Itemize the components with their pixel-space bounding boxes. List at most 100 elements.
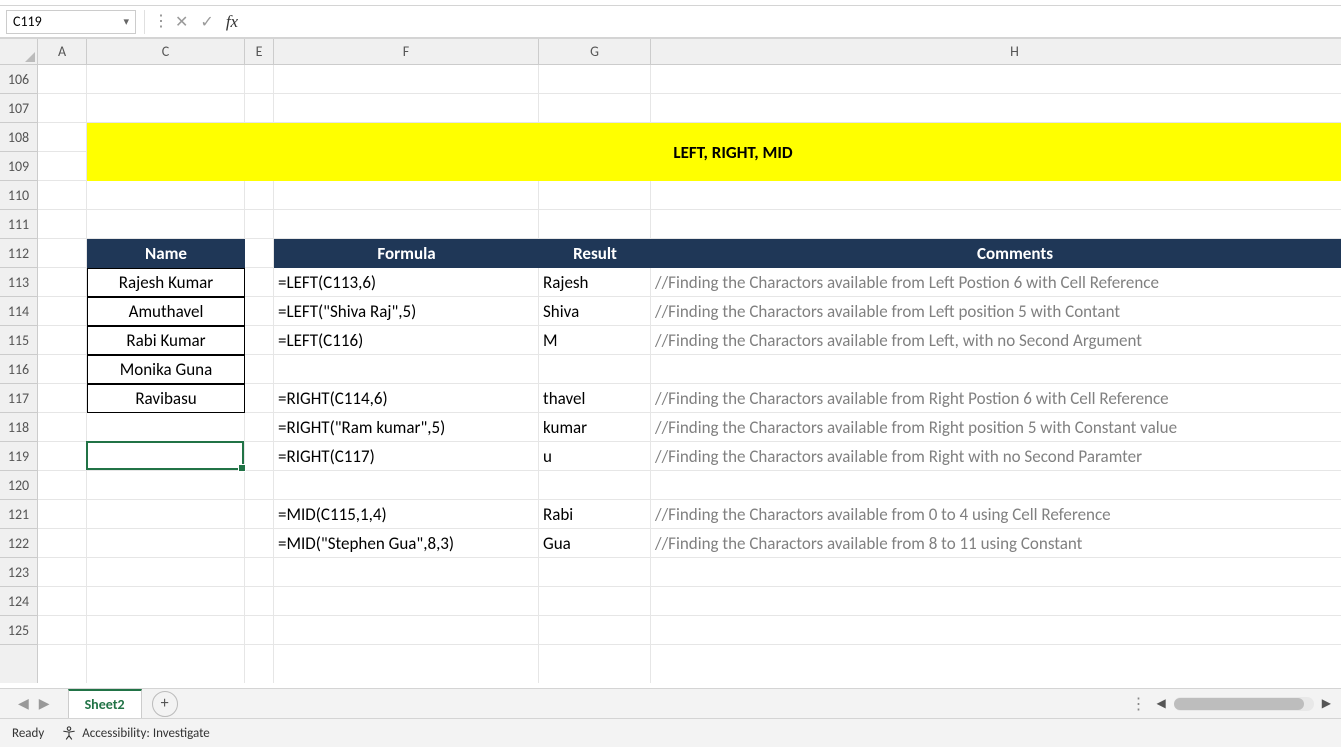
sheet-prev-icon[interactable]: ◀ [18, 695, 29, 712]
plus-icon: + [161, 694, 169, 713]
row-header-118[interactable]: 118 [0, 413, 37, 442]
row-headers[interactable]: 1061071081091101111121131141151161171181… [0, 65, 38, 683]
enter-icon[interactable]: ✓ [200, 12, 213, 32]
formula-cell-113[interactable]: =LEFT(C113,6) [274, 268, 539, 297]
formula-cell-117[interactable]: =RIGHT(C114,6) [274, 384, 539, 413]
sheet-next-icon[interactable]: ▶ [39, 695, 50, 712]
result-cell-122[interactable]: Gua [539, 529, 651, 558]
formula-cell-118[interactable]: =RIGHT("Ram kumar",5) [274, 413, 539, 442]
row-header-123[interactable]: 123 [0, 558, 37, 587]
column-header-C[interactable]: C [87, 39, 245, 64]
formula-cell-114[interactable]: =LEFT("Shiva Raj",5) [274, 297, 539, 326]
header-result[interactable]: Result [539, 239, 651, 268]
row-header-122[interactable]: 122 [0, 529, 37, 558]
cancel-icon[interactable]: ✕ [175, 12, 188, 32]
scroll-handle-icon[interactable]: ⋮ [1131, 694, 1149, 714]
status-bar: Ready Accessibility: Investigate [0, 718, 1341, 747]
row-header-108[interactable]: 108 [0, 123, 37, 152]
result-cell-117[interactable]: thavel [539, 384, 651, 413]
comment-cell-113[interactable]: //Finding the Charactors available from … [651, 268, 1341, 297]
header-comments[interactable]: Comments [651, 239, 1341, 268]
sheet-tab-active[interactable]: Sheet2 [68, 689, 142, 719]
result-cell-113[interactable]: Rajesh [539, 268, 651, 297]
formula-cell-121[interactable]: =MID(C115,1,4) [274, 500, 539, 529]
row-header-120[interactable]: 120 [0, 471, 37, 500]
add-sheet-button[interactable]: + [152, 691, 178, 717]
comment-cell-118[interactable]: //Finding the Charactors available from … [651, 413, 1341, 442]
column-header-F[interactable]: F [274, 39, 539, 64]
name-cell-115[interactable]: Rabi Kumar [87, 326, 245, 355]
row-header-116[interactable]: 116 [0, 355, 37, 384]
column-header-A[interactable]: A [38, 39, 87, 64]
comment-cell-121[interactable]: //Finding the Charactors available from … [651, 500, 1341, 529]
name-cell-117[interactable]: Ravibasu [87, 384, 245, 413]
result-cell-119[interactable]: u [539, 442, 651, 471]
result-cell-118[interactable]: kumar [539, 413, 651, 442]
comment-cell-117[interactable]: //Finding the Charactors available from … [651, 384, 1341, 413]
formula-bar: C119 ▾ ⋮ ✕ ✓ fx [0, 6, 1341, 38]
row-header-106[interactable]: 106 [0, 65, 37, 94]
row-header-119[interactable]: 119 [0, 442, 37, 471]
column-headers[interactable]: ACEFGH [38, 39, 1341, 65]
result-cell-115[interactable]: M [539, 326, 651, 355]
comment-cell-115[interactable]: //Finding the Charactors available from … [651, 326, 1341, 355]
name-cell-113[interactable]: Rajesh Kumar [87, 268, 245, 297]
row-header-114[interactable]: 114 [0, 297, 37, 326]
column-header-H[interactable]: H [651, 39, 1341, 64]
row-header-117[interactable]: 117 [0, 384, 37, 413]
scroll-right-icon[interactable]: ▶ [1322, 696, 1331, 711]
row-header-107[interactable]: 107 [0, 94, 37, 123]
chevron-down-icon: ▾ [123, 15, 129, 28]
name-box-value: C119 [13, 13, 42, 30]
row-header-115[interactable]: 115 [0, 326, 37, 355]
scroll-left-icon[interactable]: ◀ [1157, 696, 1166, 711]
gridline [38, 558, 1341, 587]
spreadsheet-grid[interactable]: ACEFGH 106107108109110111112113114115116… [0, 38, 1341, 683]
result-cell-121[interactable]: Rabi [539, 500, 651, 529]
gridline [38, 181, 1341, 210]
row-header-109[interactable]: 109 [0, 152, 37, 181]
name-cell-114[interactable]: Amuthavel [87, 297, 245, 326]
formula-cell-122[interactable]: =MID("Stephen Gua",8,3) [274, 529, 539, 558]
column-header-G[interactable]: G [539, 39, 651, 64]
row-header-112[interactable]: 112 [0, 239, 37, 268]
banner-title[interactable]: LEFT, RIGHT, MID [87, 123, 1341, 181]
comment-cell-122[interactable]: //Finding the Charactors available from … [651, 529, 1341, 558]
row-header-110[interactable]: 110 [0, 181, 37, 210]
status-ready: Ready [12, 726, 44, 741]
sheet-nav-arrows: ◀ ▶ [0, 695, 68, 712]
fx-icon[interactable]: fx [226, 12, 238, 32]
divider [144, 10, 145, 34]
result-cell-114[interactable]: Shiva [539, 297, 651, 326]
header-name[interactable]: Name [87, 239, 245, 268]
gridline [38, 94, 1341, 123]
formula-cell-115[interactable]: =LEFT(C116) [274, 326, 539, 355]
formula-cell-119[interactable]: =RIGHT(C117) [274, 442, 539, 471]
hscroll-track[interactable] [1174, 697, 1314, 711]
gridline [38, 587, 1341, 616]
row-header-111[interactable]: 111 [0, 210, 37, 239]
comment-cell-119[interactable]: //Finding the Charactors available from … [651, 442, 1341, 471]
formula-bar-buttons: ✕ ✓ fx [175, 12, 238, 32]
select-all-corner[interactable] [0, 39, 38, 65]
column-header-E[interactable]: E [245, 39, 274, 64]
accessibility-label: Accessibility: Investigate [82, 726, 210, 741]
gridline [38, 210, 1341, 239]
row-header-124[interactable]: 124 [0, 587, 37, 616]
formula-input[interactable] [246, 10, 1335, 34]
horizontal-scroll: ⋮ ◀ ▶ [1131, 694, 1341, 714]
row-header-125[interactable]: 125 [0, 616, 37, 645]
drag-handle-icon: ⋮ [153, 14, 169, 30]
row-header-113[interactable]: 113 [0, 268, 37, 297]
comment-cell-114[interactable]: //Finding the Charactors available from … [651, 297, 1341, 326]
row-header-121[interactable]: 121 [0, 500, 37, 529]
accessibility-status[interactable]: Accessibility: Investigate [62, 726, 210, 741]
accessibility-icon [62, 726, 76, 740]
name-box[interactable]: C119 ▾ [6, 10, 136, 34]
name-cell-116[interactable]: Monika Guna [87, 355, 245, 384]
hscroll-thumb[interactable] [1174, 698, 1304, 710]
header-formula[interactable]: Formula [274, 239, 539, 268]
cells-area[interactable]: LEFT, RIGHT, MID Name FormulaResultComment… [38, 65, 1341, 683]
gridline [38, 65, 1341, 94]
gridline [38, 616, 1341, 645]
